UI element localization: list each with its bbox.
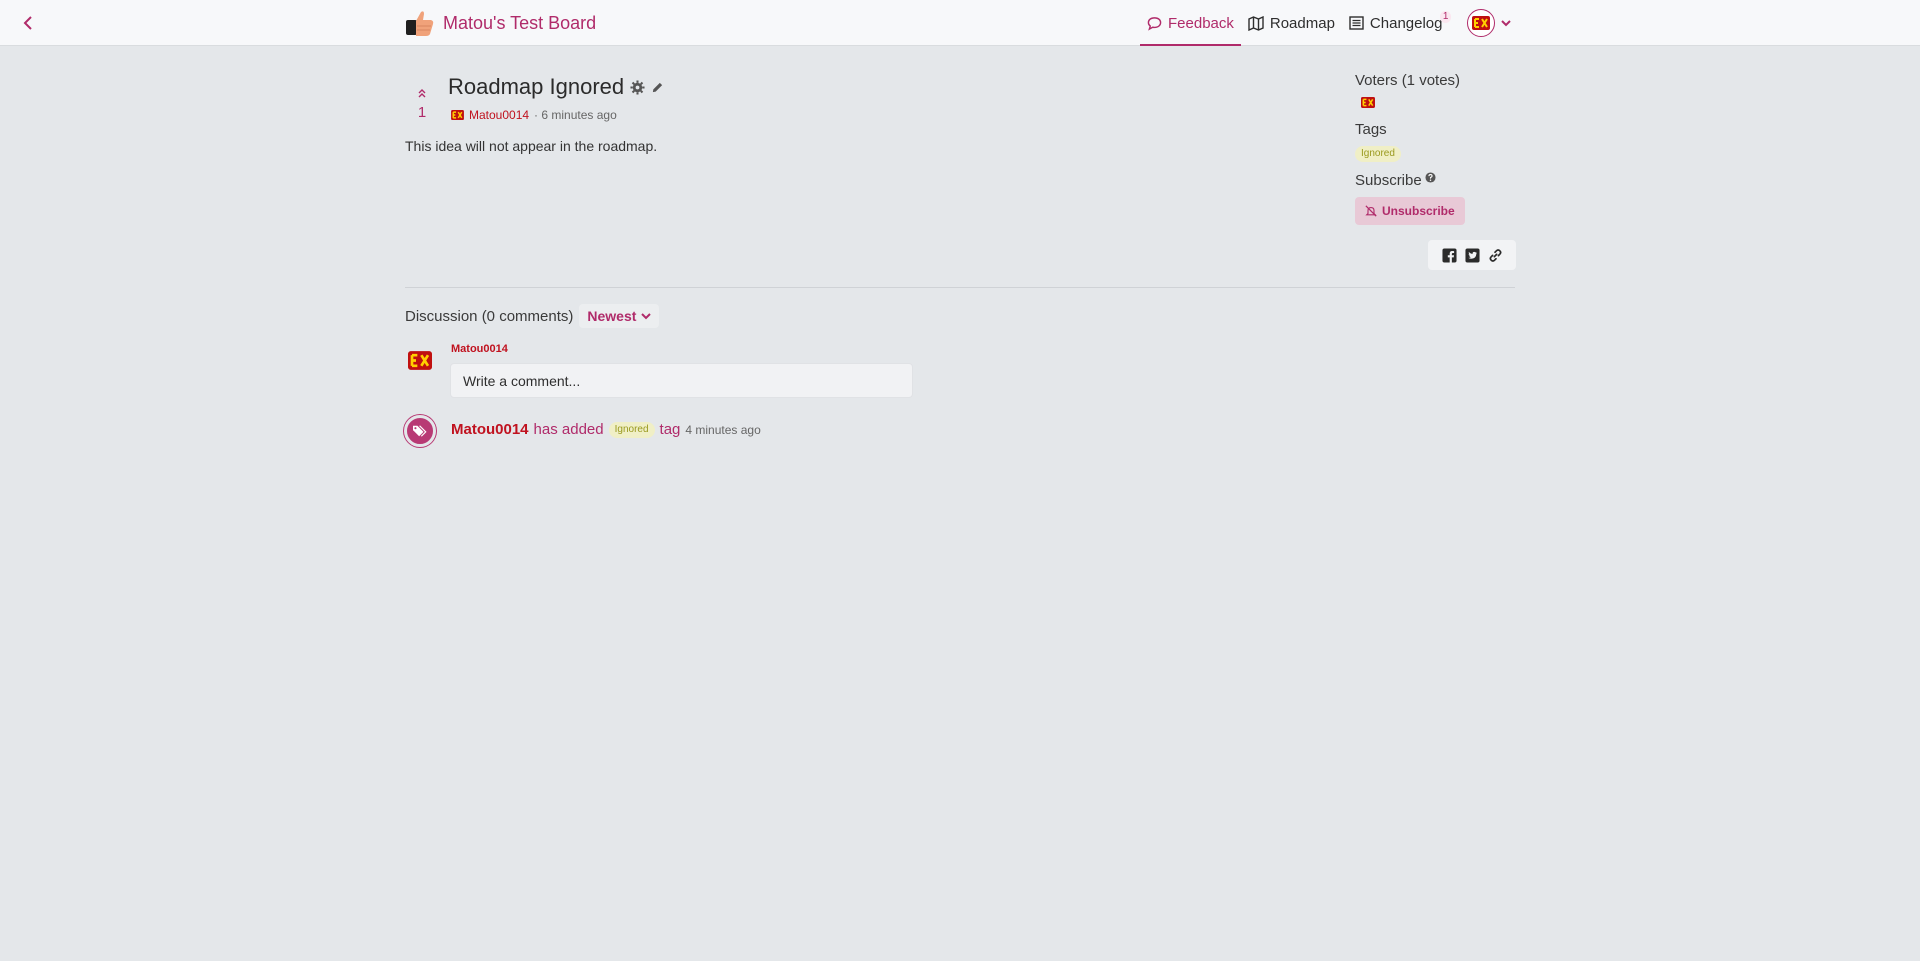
activity-entry: Matou0014 has added Ignored tag 4 minute… xyxy=(451,421,761,438)
post-body: This idea will not appear in the roadmap… xyxy=(405,138,658,154)
post-title: Roadmap Ignored xyxy=(448,74,625,99)
unsubscribe-button[interactable]: Unsubscribe xyxy=(1355,197,1465,225)
changelog-badge: 1 xyxy=(1439,11,1452,23)
link-icon xyxy=(1489,248,1501,262)
voter-avatar[interactable] xyxy=(1361,95,1515,113)
author-avatar-icon xyxy=(451,110,464,120)
upvote-button[interactable]: 1 xyxy=(410,86,434,121)
main-nav: Feedback Roadmap Changelog 1 xyxy=(1140,0,1512,46)
list-icon xyxy=(1349,16,1364,30)
twitter-icon xyxy=(1464,247,1480,263)
nav-feedback-label: Feedback xyxy=(1168,14,1234,32)
chevrons-up-icon xyxy=(418,89,426,98)
voter-avatar-icon xyxy=(1361,97,1375,108)
activity-user-link[interactable]: Matou0014 xyxy=(451,421,529,438)
gear-icon xyxy=(630,79,645,95)
nav-feedback[interactable]: Feedback xyxy=(1140,0,1241,46)
board-title: Matou's Test Board xyxy=(443,12,597,33)
post-time: · 6 minutes ago xyxy=(534,108,617,122)
thumbs-up-logo xyxy=(406,11,434,37)
back-button[interactable] xyxy=(18,12,38,34)
settings-button[interactable] xyxy=(630,79,645,95)
unsubscribe-label: Unsubscribe xyxy=(1382,204,1455,218)
activity-suffix: tag xyxy=(659,421,681,438)
tag-icon xyxy=(413,425,427,437)
nav-changelog-label: Changelog xyxy=(1369,14,1443,32)
comment-avatar xyxy=(408,351,432,375)
vote-count: 1 xyxy=(417,104,427,121)
chevron-left-icon xyxy=(23,16,32,30)
current-user-avatar-icon xyxy=(408,351,432,370)
chevron-down-icon xyxy=(641,313,652,320)
discussion-title: Discussion (0 comments) xyxy=(405,307,574,325)
tags-label: Tags xyxy=(1355,121,1387,138)
post-meta: Matou0014 · 6 minutes ago xyxy=(451,108,617,122)
map-icon xyxy=(1248,15,1264,31)
comment-username: Matou0014 xyxy=(451,343,508,355)
pencil-icon xyxy=(652,82,663,92)
activity-tag[interactable]: Ignored xyxy=(608,421,655,438)
voters-label: Voters (1 votes) xyxy=(1355,72,1461,89)
post-title-row: Roadmap Ignored xyxy=(448,74,664,100)
chevron-down-icon xyxy=(1501,20,1512,27)
nav-roadmap[interactable]: Roadmap xyxy=(1241,0,1342,46)
top-bar: Matou's Test Board Feedback Roadmap Chan… xyxy=(0,0,1920,46)
comment-icon xyxy=(1147,16,1162,31)
activity-icon-badge xyxy=(404,415,436,447)
subscribe-label: Subscribe xyxy=(1355,172,1422,189)
sort-dropdown[interactable]: Newest xyxy=(579,304,660,328)
avatar xyxy=(1467,9,1496,37)
tag-ignored[interactable]: Ignored xyxy=(1355,146,1401,162)
user-menu[interactable] xyxy=(1459,9,1512,37)
user-avatar-icon xyxy=(1472,16,1491,30)
subscribe-row: Subscribe xyxy=(1355,172,1515,189)
bell-off-icon xyxy=(1365,205,1377,217)
activity-time: 4 minutes ago xyxy=(685,422,761,437)
help-icon[interactable] xyxy=(1425,172,1436,183)
facebook-icon xyxy=(1441,247,1457,263)
post-author-link[interactable]: Matou0014 xyxy=(469,108,529,122)
discussion-header: Discussion (0 comments) Newest xyxy=(405,304,660,328)
sort-label: Newest xyxy=(587,308,637,324)
copy-link-button[interactable] xyxy=(1488,248,1503,263)
share-buttons xyxy=(1428,240,1516,270)
board-brand[interactable]: Matou's Test Board xyxy=(405,8,596,38)
post-sidebar: Voters (1 votes) Tags Ignored Subscribe … xyxy=(1355,72,1515,225)
edit-button[interactable] xyxy=(651,81,664,94)
section-divider xyxy=(405,287,1515,288)
facebook-share-button[interactable] xyxy=(1441,247,1457,263)
nav-changelog[interactable]: Changelog 1 xyxy=(1342,0,1452,46)
twitter-share-button[interactable] xyxy=(1464,247,1480,263)
comment-input[interactable] xyxy=(450,363,913,398)
activity-action: has added xyxy=(533,421,604,438)
nav-roadmap-label: Roadmap xyxy=(1269,14,1335,32)
